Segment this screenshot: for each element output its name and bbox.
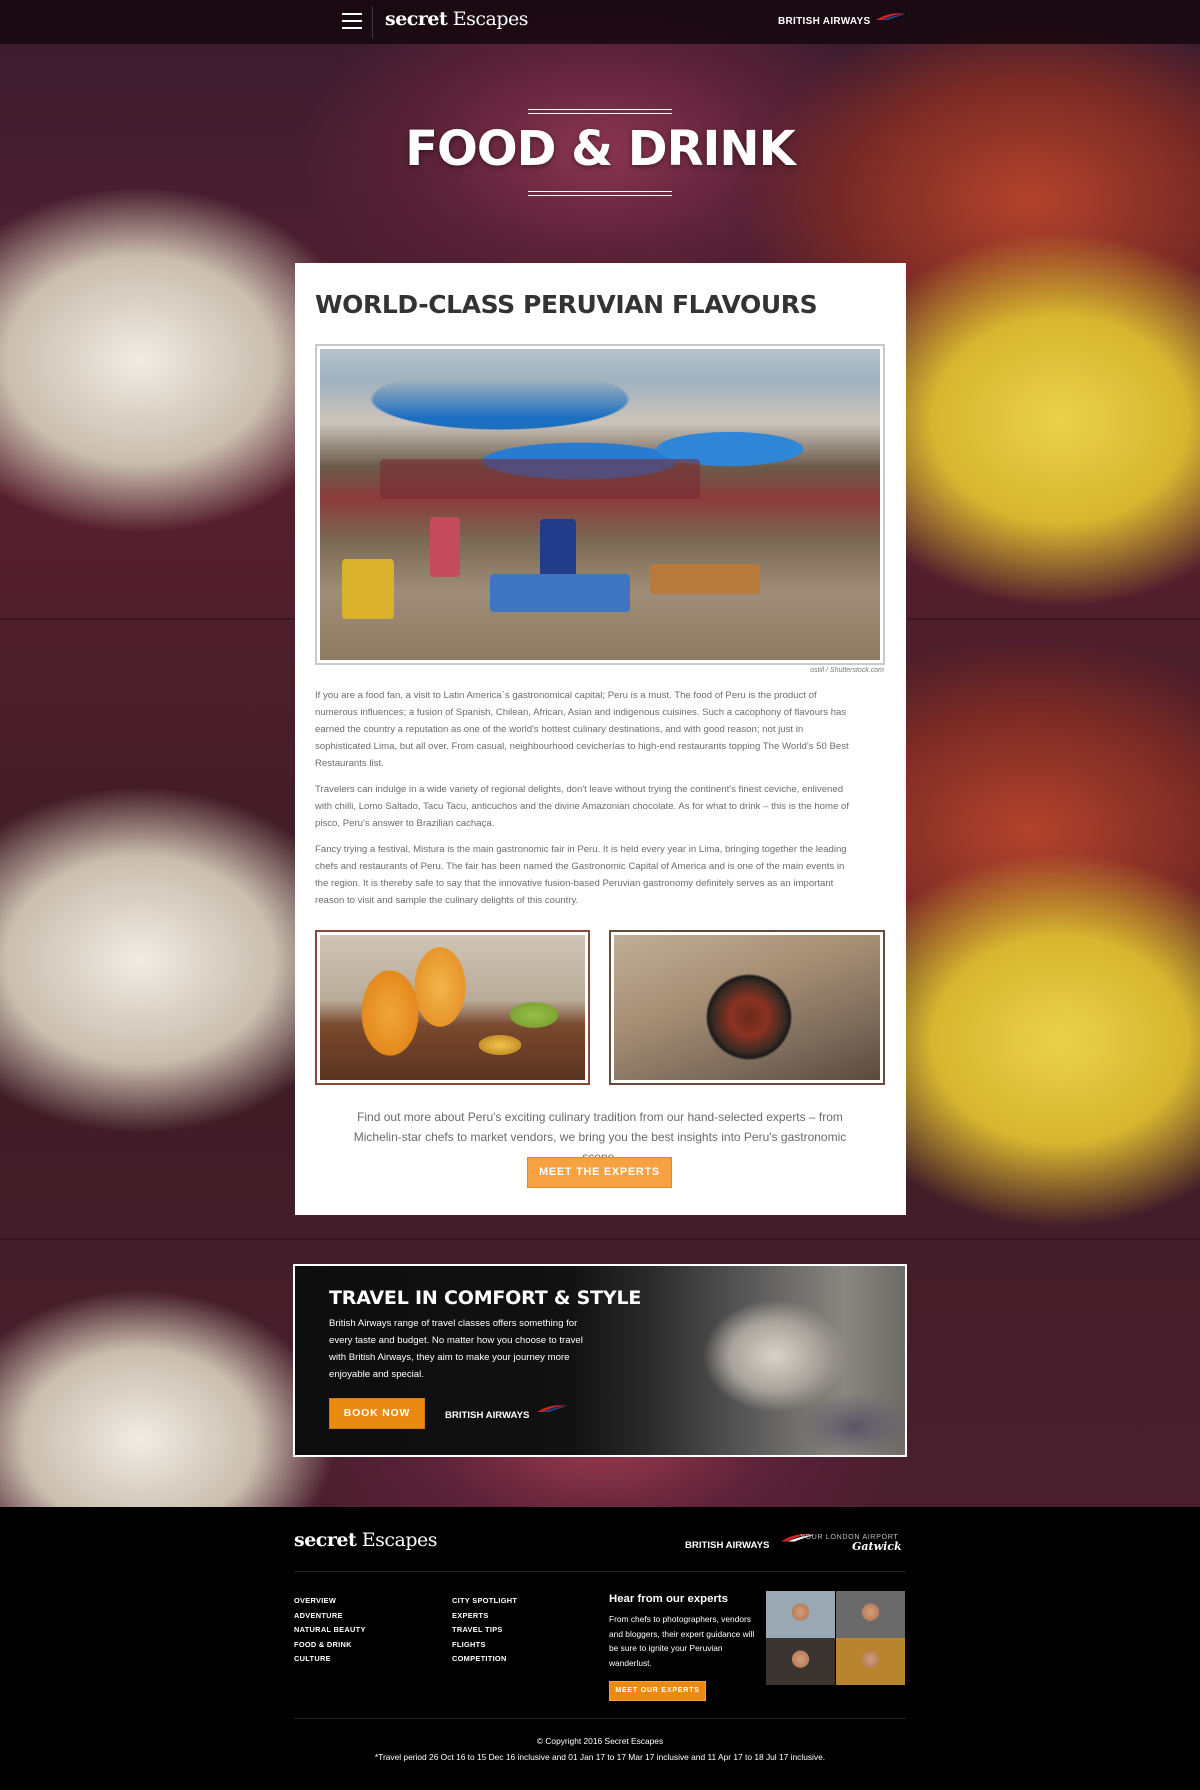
meet-our-experts-button[interactable]: MEET OUR EXPERTS <box>609 1681 706 1701</box>
secret-escapes-logo[interactable]: secret Escapes <box>385 8 529 30</box>
british-airways-logo[interactable]: BRITISH AIRWAYS <box>778 13 906 27</box>
expert-photo <box>836 1591 905 1638</box>
ba-swoosh-icon <box>876 13 906 20</box>
meet-the-experts-button[interactable]: MEET THE EXPERTS <box>527 1157 672 1188</box>
article-paragraph: If you are a food fan, a visit to Latin … <box>315 690 849 769</box>
article-title: WORLD-CLASS PERUVIAN FLAVOURS <box>315 290 818 319</box>
article-paragraph: Fancy trying a festival, Mistura is the … <box>315 844 847 906</box>
travel-period-disclaimer: *Travel period 26 Oct 16 to 15 Dec 16 in… <box>374 1752 826 1762</box>
footer-link-culture[interactable]: CULTURE <box>294 1654 366 1669</box>
travel-banner: TRAVEL IN COMFORT & STYLE British Airway… <box>293 1264 907 1457</box>
footer-divider <box>294 1571 906 1572</box>
hero-rule-top <box>528 113 672 114</box>
market-image <box>320 349 880 660</box>
footer-link-natural-beauty[interactable]: NATURAL BEAUTY <box>294 1625 366 1640</box>
experts-text: From chefs to photographers, vendors and… <box>609 1614 755 1668</box>
footer-divider <box>294 1718 906 1719</box>
article-paragraph: Travelers can indulge in a wide variety … <box>315 784 850 829</box>
copyright-text: © Copyright 2016 Secret Escapes <box>536 1736 664 1746</box>
hero-title: FOOD & DRINK <box>405 121 796 177</box>
footer-link-travel-tips[interactable]: TRAVEL TIPS <box>452 1625 517 1640</box>
hero-rule-top <box>528 109 672 110</box>
market-photo <box>315 344 885 665</box>
footer-links-secondary: CITY SPOTLIGHT EXPERTS TRAVEL TIPS FLIGH… <box>452 1596 517 1669</box>
produce-pile <box>650 564 760 594</box>
juice-photo <box>315 930 590 1085</box>
nav-divider <box>372 6 373 38</box>
experts-photo-grid[interactable] <box>766 1591 905 1685</box>
expert-photo <box>766 1591 835 1638</box>
vendor-figure <box>430 517 460 577</box>
lomo-saltado-image <box>614 935 880 1080</box>
footer-link-adventure[interactable]: ADVENTURE <box>294 1611 366 1626</box>
ba-swoosh-icon <box>537 1405 567 1412</box>
banner-text: British Airways range of travel classes … <box>329 1318 583 1380</box>
hero-rule-bottom <box>528 191 672 192</box>
expert-photo <box>836 1638 905 1685</box>
background-seam <box>0 1238 1200 1240</box>
footer-secret-escapes-logo[interactable]: secret Escapes <box>294 1529 438 1551</box>
crowd <box>380 459 700 499</box>
hero-rule-bottom <box>528 195 672 196</box>
hamburger-menu-icon[interactable] <box>342 13 362 31</box>
footer-link-experts[interactable]: EXPERTS <box>452 1611 517 1626</box>
footer-link-flights[interactable]: FLIGHTS <box>452 1640 517 1655</box>
expert-photo <box>766 1638 835 1685</box>
footer-link-overview[interactable]: OVERVIEW <box>294 1596 366 1611</box>
footer-link-competition[interactable]: COMPETITION <box>452 1654 517 1669</box>
lomo-saltado-photo <box>609 930 885 1085</box>
article-card: WORLD-CLASS PERUVIAN FLAVOURS ostill / S… <box>295 263 906 1215</box>
flower-basket <box>342 559 394 619</box>
banner-title: TRAVEL IN COMFORT & STYLE <box>329 1287 642 1309</box>
footer-link-food-drink[interactable]: FOOD & DRINK <box>294 1640 366 1655</box>
footer-links-primary: OVERVIEW ADVENTURE NATURAL BEAUTY FOOD &… <box>294 1596 366 1669</box>
gatwick-logo[interactable]: Gatwick <box>852 1540 902 1553</box>
footer-link-city-spotlight[interactable]: CITY SPOTLIGHT <box>452 1596 517 1611</box>
market-tarp <box>490 574 630 612</box>
british-airways-logo: BRITISH AIRWAYS <box>445 1405 567 1421</box>
experts-heading: Hear from our experts <box>609 1593 729 1605</box>
footer: secret Escapes BRITISH AIRWAYS YOUR LOND… <box>0 1507 1200 1790</box>
photo-credit: ostill / Shutterstock.com <box>810 667 884 674</box>
book-now-button[interactable]: BOOK NOW <box>329 1398 425 1429</box>
juice-image <box>320 935 585 1080</box>
top-nav: secret Escapes BRITISH AIRWAYS <box>0 0 1200 44</box>
footer-british-airways-logo[interactable]: BRITISH AIRWAYS <box>685 1533 815 1551</box>
